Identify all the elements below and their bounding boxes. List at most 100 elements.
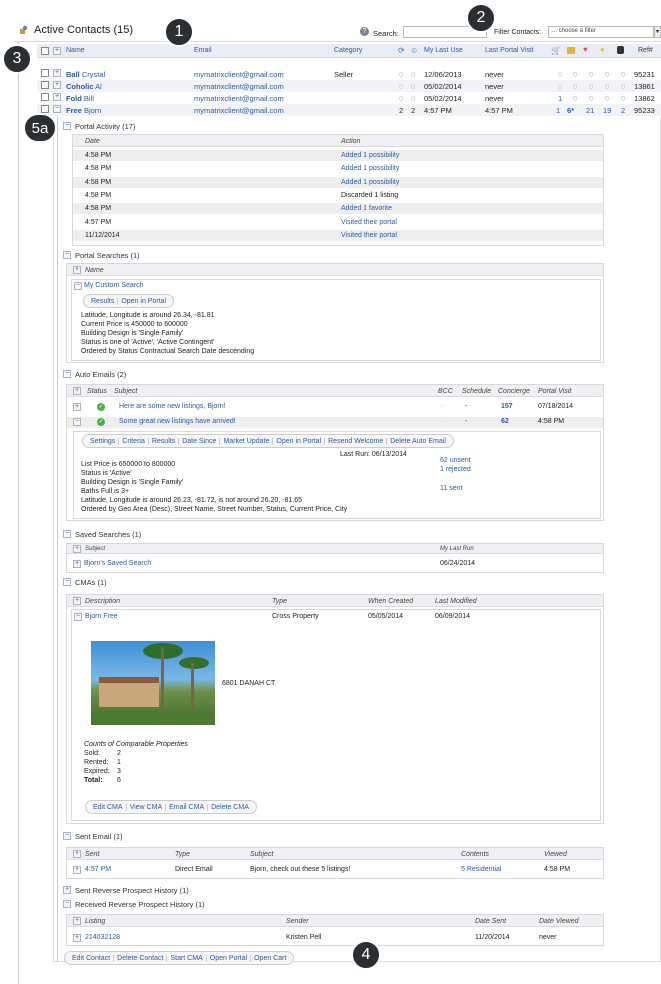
row-collapse-toggle[interactable]: − bbox=[74, 613, 82, 621]
row-expand-toggle[interactable]: + bbox=[73, 403, 81, 411]
search-toggle[interactable]: − bbox=[74, 282, 82, 290]
delete-contact-button[interactable]: Delete Contact bbox=[114, 954, 168, 962]
contact-email[interactable]: mymatrixclient@gmail.com bbox=[194, 70, 284, 79]
row-collapse-toggle[interactable]: − bbox=[53, 105, 61, 113]
results-button[interactable]: Results bbox=[149, 437, 180, 445]
sent-link[interactable]: 11 sent bbox=[440, 485, 462, 492]
sent-reverse-toggle[interactable]: + bbox=[63, 886, 71, 894]
col-last-portal-visit[interactable]: Last Portal Visit bbox=[485, 47, 534, 54]
sent-email-time[interactable]: 4:57 PM bbox=[85, 866, 111, 873]
row-checkbox[interactable] bbox=[41, 81, 49, 89]
stat-5[interactable]: 2 bbox=[621, 106, 625, 115]
row-checkbox[interactable] bbox=[41, 93, 49, 101]
contact-email[interactable]: mymatrixclient@gmail.com bbox=[194, 82, 284, 91]
activity-action[interactable]: Added 1 possibility bbox=[341, 179, 399, 186]
contact-row[interactable]: + Coholic Al mymatrixclient@gmail.com 0 … bbox=[37, 80, 661, 92]
cma-description[interactable]: Bjorn Free bbox=[85, 613, 118, 620]
expand-all-toggle[interactable]: + bbox=[73, 266, 81, 274]
row-expand-toggle[interactable]: + bbox=[53, 93, 61, 101]
stat-1[interactable]: 1 bbox=[558, 94, 562, 103]
help-icon[interactable]: ? bbox=[360, 27, 369, 36]
resend-welcome-button[interactable]: Resend Welcome bbox=[325, 437, 388, 445]
start-cma-button[interactable]: Start CMA bbox=[167, 954, 207, 962]
email-cma-button[interactable]: Email CMA bbox=[166, 803, 209, 811]
contact-row[interactable]: + Fold Bill mymatrixclient@gmail.com 0 0… bbox=[37, 92, 661, 104]
contact-row[interactable]: + Ball Crystal mymatrixclient@gmail.com … bbox=[37, 68, 661, 80]
settings-button[interactable]: Settings bbox=[87, 437, 120, 445]
contact-first-name[interactable]: Al bbox=[95, 82, 102, 91]
col-name[interactable]: Name bbox=[66, 47, 85, 54]
auto-email-concierge[interactable]: 157 bbox=[501, 403, 513, 410]
col-category[interactable]: Category bbox=[334, 47, 362, 54]
expand-all-toggle[interactable]: + bbox=[73, 597, 81, 605]
row-expand-toggle[interactable]: + bbox=[73, 560, 81, 568]
row-collapse-toggle[interactable]: − bbox=[73, 418, 81, 426]
select-all-checkbox[interactable] bbox=[41, 47, 49, 55]
open-in-portal-button[interactable]: Open in Portal bbox=[118, 298, 169, 305]
expand-all-toggle[interactable]: + bbox=[73, 387, 81, 395]
row-checkbox[interactable] bbox=[41, 105, 49, 113]
row-expand-toggle[interactable]: + bbox=[53, 69, 61, 77]
delete-auto-email-button[interactable]: Delete Auto Email bbox=[387, 438, 449, 445]
market-update-button[interactable]: Market Update bbox=[220, 437, 274, 445]
saved-searches-toggle[interactable]: − bbox=[63, 530, 71, 538]
stat-2[interactable]: 6* bbox=[567, 106, 574, 115]
stat-4[interactable]: 19 bbox=[603, 106, 611, 115]
contact-email[interactable]: mymatrixclient@gmail.com bbox=[194, 106, 284, 115]
col-ref[interactable]: Ref# bbox=[638, 47, 653, 54]
contact-last-name[interactable]: Fold bbox=[66, 94, 82, 103]
open-in-portal-button[interactable]: Open in Portal bbox=[273, 437, 326, 445]
received-reverse-toggle[interactable]: − bbox=[63, 900, 71, 908]
contact-row-expanded[interactable]: − Free Bjorn mymatrixclient@gmail.com 2 … bbox=[37, 104, 661, 116]
auto-email-concierge[interactable]: 62 bbox=[501, 418, 509, 425]
edit-contact-button[interactable]: Edit Contact bbox=[69, 954, 115, 962]
stat-1[interactable]: 1 bbox=[556, 106, 560, 115]
open-portal-button[interactable]: Open Portal bbox=[207, 954, 252, 962]
contact-first-name[interactable]: Bjorn bbox=[84, 106, 102, 115]
col-my-last-use[interactable]: My Last Use bbox=[424, 47, 463, 54]
contact-last-name[interactable]: Free bbox=[66, 106, 82, 115]
contact-email[interactable]: mymatrixclient@gmail.com bbox=[194, 94, 284, 103]
row-expand-toggle[interactable]: + bbox=[73, 934, 81, 942]
filter-select[interactable]: ... choose a filter bbox=[548, 26, 654, 38]
unsent-link[interactable]: 62 unsent bbox=[440, 457, 471, 464]
date-since-button[interactable]: Date Since bbox=[179, 437, 221, 445]
col-email[interactable]: Email bbox=[194, 47, 212, 54]
auto-email-subject[interactable]: Some great new listings have arrived! bbox=[119, 418, 236, 425]
row-expand-toggle[interactable]: + bbox=[53, 81, 61, 89]
cmas-toggle[interactable]: − bbox=[63, 578, 71, 586]
view-cma-button[interactable]: View CMA bbox=[127, 803, 167, 811]
activity-action[interactable]: Added 1 possibility bbox=[341, 152, 399, 159]
contact-last-name[interactable]: Coholic bbox=[66, 82, 94, 91]
activity-action[interactable]: Visited their portal bbox=[341, 232, 397, 239]
criteria-button[interactable]: Criteria bbox=[119, 437, 149, 445]
auto-email-subject[interactable]: Here are some new listings, Bjorn! bbox=[119, 403, 226, 410]
contact-first-name[interactable]: Crystal bbox=[82, 70, 105, 79]
portal-activity-toggle[interactable]: − bbox=[63, 122, 71, 130]
stat-3[interactable]: 21 bbox=[586, 106, 594, 115]
row-expand-toggle[interactable]: + bbox=[73, 866, 81, 874]
auto-emails-toggle[interactable]: − bbox=[63, 370, 71, 378]
portal-searches-toggle[interactable]: − bbox=[63, 251, 71, 259]
open-cart-button[interactable]: Open Cart bbox=[251, 955, 289, 962]
contact-first-name[interactable]: Bill bbox=[84, 94, 94, 103]
results-button[interactable]: Results bbox=[88, 297, 119, 305]
activity-action[interactable]: Visited their portal bbox=[341, 219, 397, 226]
delete-cma-button[interactable]: Delete CMA bbox=[208, 804, 252, 811]
sent-email-contents[interactable]: 5 Residential bbox=[461, 866, 501, 873]
portal-search-name[interactable]: My Custom Search bbox=[84, 282, 144, 289]
expand-all-toggle[interactable]: + bbox=[73, 917, 81, 925]
listing-number[interactable]: 214032128 bbox=[85, 934, 120, 941]
expand-all-toggle[interactable]: + bbox=[53, 47, 61, 55]
chevron-down-icon[interactable]: ▾ bbox=[654, 26, 661, 38]
sent-email-toggle[interactable]: − bbox=[63, 832, 71, 840]
activity-action[interactable]: Added 1 favorite bbox=[341, 205, 392, 212]
auto-email-row[interactable]: + ✓ Here are some new listings, Bjorn! -… bbox=[67, 402, 603, 413]
activity-action[interactable]: Added 1 possibility bbox=[341, 165, 399, 172]
row-checkbox[interactable] bbox=[41, 69, 49, 77]
expand-all-toggle[interactable]: + bbox=[73, 545, 81, 553]
contact-last-name[interactable]: Ball bbox=[66, 70, 80, 79]
auto-email-row-expanded[interactable]: − ✓ Some great new listings have arrived… bbox=[67, 417, 603, 428]
expand-all-toggle[interactable]: + bbox=[73, 850, 81, 858]
saved-search-name[interactable]: Bjorn's Saved Search bbox=[84, 560, 151, 567]
